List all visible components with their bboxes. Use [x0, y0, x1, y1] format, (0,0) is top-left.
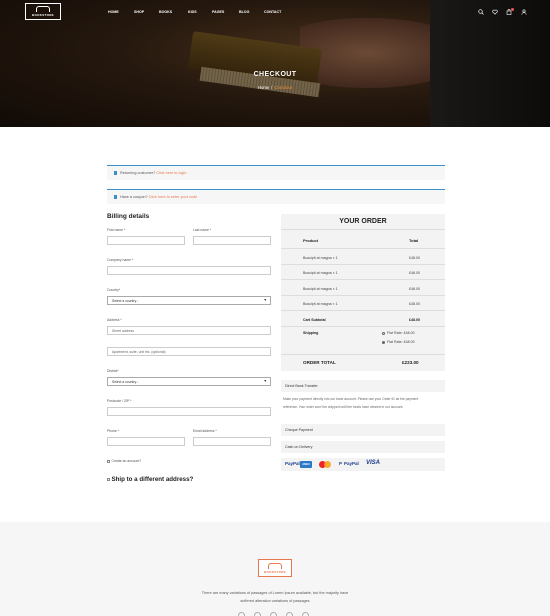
- amex-logo: AMEX: [300, 461, 312, 468]
- login-link[interactable]: Click here to login: [156, 171, 186, 175]
- nav-pages[interactable]: PAGES: [212, 10, 224, 14]
- shipping-option-2[interactable]: Flat Rate: £48.00: [382, 340, 415, 344]
- first-name-label: First name *: [107, 228, 126, 232]
- coupon-notice: Have a coupon? Click here to enter your …: [107, 189, 445, 204]
- footer: BOOKSTORE There are many variations of p…: [0, 522, 550, 616]
- last-name-field[interactable]: [193, 236, 271, 245]
- billing-title: Billing details: [107, 213, 150, 220]
- user-icon[interactable]: [521, 9, 527, 15]
- order-item-name: Buscipit at magna × 1: [303, 256, 338, 260]
- postcode-field[interactable]: [107, 407, 271, 416]
- last-name-label: Last name *: [193, 228, 212, 232]
- paypal-logo-2: PayPal: [344, 461, 359, 466]
- first-name-field[interactable]: [107, 236, 185, 245]
- order-item-total: £48.00: [409, 287, 420, 291]
- book-icon: [268, 562, 282, 569]
- nav-home[interactable]: HOME: [108, 10, 119, 14]
- hero-banner: BOOKSTORE HOME SHOP BOOKS KIDS PAGES BLO…: [0, 0, 550, 127]
- country-label: Country*: [107, 288, 121, 292]
- info-icon: [114, 195, 117, 199]
- order-item-name: Buscipit at magna × 1: [303, 302, 338, 306]
- social-twitter-icon[interactable]: [254, 612, 261, 616]
- visa-logo: VISA: [366, 460, 381, 466]
- breadcrumb-current: Checkout: [274, 85, 293, 90]
- order-item-name: Buscipit at magna × 1: [303, 287, 338, 291]
- order-summary: YOUR ORDER Product Total Buscipit at mag…: [281, 214, 445, 371]
- order-item-name: Buscipit at magna × 1: [303, 271, 338, 275]
- shipping-option-1[interactable]: Flat Rate: £48.00: [382, 331, 415, 335]
- payment-cod[interactable]: Cash on Delivery: [281, 441, 445, 453]
- breadcrumb-home[interactable]: Home: [258, 85, 269, 90]
- heart-icon[interactable]: [492, 9, 498, 15]
- phone-field[interactable]: [107, 437, 185, 446]
- company-field[interactable]: [107, 266, 271, 275]
- email-field[interactable]: [193, 437, 271, 446]
- company-label: Company name *: [107, 258, 134, 262]
- shipping-label: Shipping: [303, 331, 319, 335]
- social-instagram-icon[interactable]: [270, 612, 277, 616]
- social-youtube-icon[interactable]: [302, 612, 309, 616]
- footer-logo[interactable]: BOOKSTORE: [258, 559, 292, 577]
- footer-text: There are many variations of passages of…: [201, 591, 349, 595]
- order-total-value: £223.00: [402, 360, 419, 365]
- order-item-total: £48.00: [409, 271, 420, 275]
- postcode-label: Postcode / ZIP *: [107, 399, 132, 403]
- order-title: YOUR ORDER: [339, 218, 387, 225]
- street-address-field[interactable]: Street address: [107, 326, 271, 335]
- payment-direct-bank[interactable]: Direct Bank Transfer: [281, 380, 445, 392]
- apartment-field[interactable]: Apartment, suite, unit etc. (optional): [107, 347, 271, 356]
- mastercard-logo: [319, 461, 331, 468]
- payment-logos: PayPal AMEX P PayPal VISA: [281, 458, 445, 471]
- nav-blog[interactable]: BLOG: [239, 10, 249, 14]
- payment-description: Make your payment directly into our bank…: [283, 397, 419, 409]
- social-facebook-icon[interactable]: [238, 612, 245, 616]
- create-account-checkbox[interactable]: Create an account?: [107, 459, 141, 463]
- page-title: CHECKOUT: [253, 71, 297, 78]
- country-select[interactable]: Select a country... ▼: [107, 296, 271, 305]
- order-item-total: £48.00: [409, 256, 420, 260]
- order-item-total: £48.00: [409, 302, 420, 306]
- order-total-label: ORDER TOTAL: [303, 360, 336, 365]
- dropdown-arrow-icon: ▼: [263, 379, 267, 383]
- paypal-icon: P: [339, 461, 343, 466]
- payment-cheque[interactable]: Cheque Payment: [281, 424, 445, 436]
- order-col-product: Product: [303, 238, 319, 243]
- book-icon: [36, 6, 50, 12]
- email-label: Email address *: [193, 429, 217, 433]
- nav-shop[interactable]: SHOP: [134, 10, 144, 14]
- nav-kids[interactable]: KIDS: [188, 10, 197, 14]
- search-icon[interactable]: [478, 9, 484, 15]
- coupon-link[interactable]: Click here to enter your code: [149, 195, 198, 199]
- subtotal-value: £48.00: [409, 318, 420, 322]
- district-select[interactable]: Select a country... ▼: [107, 377, 271, 386]
- subtotal-label: Cart Subtotal: [303, 318, 326, 322]
- breadcrumb: Home / Checkout: [257, 85, 293, 90]
- social-pinterest-icon[interactable]: [286, 612, 293, 616]
- dropdown-arrow-icon: ▼: [263, 298, 267, 302]
- returning-customer-notice: Returning customer? Click here to login: [107, 165, 445, 180]
- site-logo[interactable]: BOOKSTORE: [25, 3, 61, 20]
- ship-different-checkbox[interactable]: Ship to a different address?: [107, 476, 193, 483]
- info-icon: [114, 171, 117, 175]
- phone-label: Phone *: [107, 429, 120, 433]
- address-label: Address *: [107, 318, 122, 322]
- radio-icon: [382, 331, 385, 335]
- footer-text: suffered alteration variations of passag…: [240, 599, 310, 603]
- district-label: District*: [107, 369, 119, 373]
- order-col-total: Total: [409, 238, 419, 243]
- paypal-logo: PayPal: [285, 461, 300, 466]
- cart-count-badge: [511, 8, 514, 11]
- radio-selected-icon: [382, 340, 385, 344]
- nav-books[interactable]: BOOKS: [159, 10, 172, 14]
- nav-contact[interactable]: CONTACT: [264, 10, 281, 14]
